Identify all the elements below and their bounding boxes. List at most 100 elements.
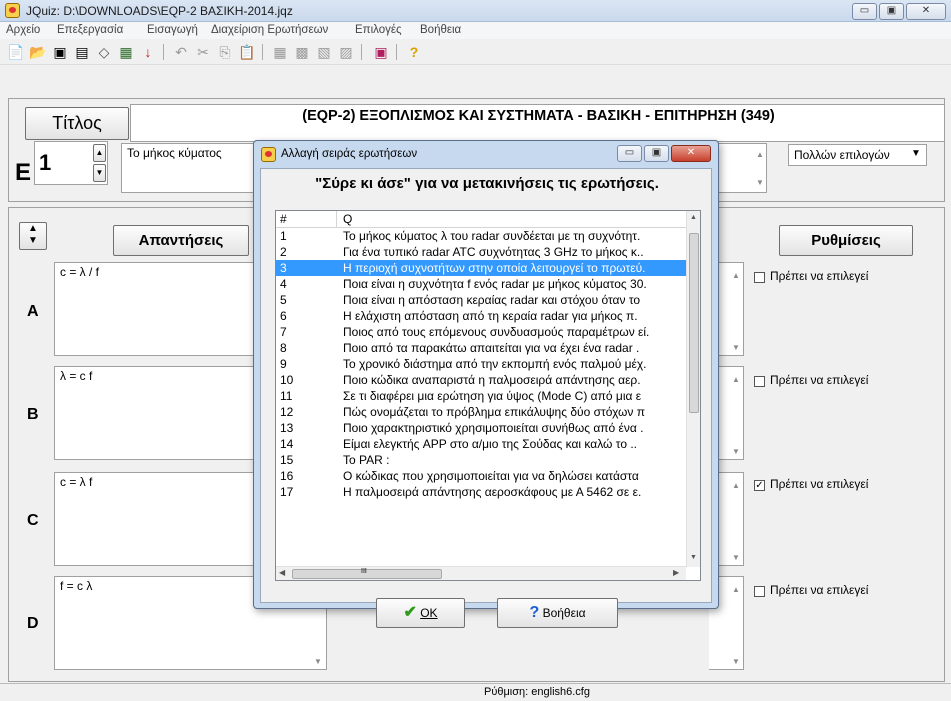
must-select-checkbox-a[interactable] bbox=[754, 272, 765, 283]
scroll-down-icon[interactable]: ▼ bbox=[729, 657, 743, 666]
tool-2-icon[interactable]: ▩ bbox=[293, 43, 311, 61]
answer-text-c: c = λ f bbox=[60, 475, 93, 489]
spinner-up-button[interactable]: ▲ bbox=[93, 144, 106, 162]
answers-header-button[interactable]: Απαντήσεις bbox=[113, 225, 249, 256]
menu-manage-questions[interactable]: Διαχείριση Ερωτήσεων bbox=[211, 24, 328, 36]
scroll-up-icon[interactable]: ▲ bbox=[690, 214, 697, 221]
grid-icon[interactable]: ▦ bbox=[117, 43, 135, 61]
question-type-select[interactable]: Πολλών επιλογών ▼ bbox=[788, 144, 927, 166]
paste-icon[interactable]: 📋 bbox=[238, 43, 256, 61]
list-item[interactable]: 6 Η ελάχιστη απόσταση από τη κεραία radar… bbox=[276, 308, 686, 324]
title-field[interactable]: (EQP-2) ΕΞΟΠΛΙΣΜΟΣ ΚΑΙ ΣΥΣΤΗΜΑΤΑ - ΒΑΣΙΚ… bbox=[130, 104, 945, 142]
list-item[interactable]: 9 Το χρονικό διάστημα από την εκπομπή ενό… bbox=[276, 356, 686, 372]
dialog-minimize-button[interactable]: ▭ bbox=[617, 145, 642, 162]
copy-icon[interactable]: ⎘ bbox=[216, 43, 234, 61]
list-item[interactable]: 5 Ποια είναι η απόσταση κεραίας radar και… bbox=[276, 292, 686, 308]
dialog-maximize-button[interactable]: ▣ bbox=[644, 145, 669, 162]
menu-insert[interactable]: Εισαγωγή bbox=[147, 24, 198, 36]
ok-button[interactable]: ✔ OK bbox=[376, 598, 465, 628]
list-item[interactable]: 14 Είμαι ελεγκτής APP στο α/μιο της Σούδα… bbox=[276, 436, 686, 452]
maximize-button[interactable]: ▣ bbox=[879, 3, 904, 20]
list-item[interactable]: 15 Το PAR : bbox=[276, 452, 686, 468]
tool-4-icon[interactable]: ▨ bbox=[337, 43, 355, 61]
questions-listbox[interactable]: # Q 1 Το μήκος κύματος λ του radar συνδέε… bbox=[275, 210, 701, 581]
column-header-num[interactable]: # bbox=[280, 212, 287, 226]
cut-icon[interactable]: ✂ bbox=[194, 43, 212, 61]
close-button[interactable]: ✕ bbox=[906, 3, 946, 20]
menu-edit[interactable]: Επεξεργασία bbox=[57, 24, 123, 36]
list-item[interactable]: 11 Σε τι διαφέρει μια ερώτηση για ύψος (M… bbox=[276, 388, 686, 404]
spinner-down-button[interactable]: ▼ bbox=[93, 164, 106, 182]
list-item[interactable]: 12 Πώς ονομάζεται το πρόβλημα επικάλυψης … bbox=[276, 404, 686, 420]
new-file-icon[interactable]: 📄 bbox=[7, 43, 25, 61]
scroll-right-icon[interactable]: ▶ bbox=[673, 568, 679, 577]
settings-header-button[interactable]: Ρυθμίσεις bbox=[779, 225, 913, 256]
column-header-q[interactable]: Q bbox=[343, 212, 352, 226]
vertical-scroll-thumb[interactable] bbox=[689, 233, 699, 413]
must-select-label-a: Πρέπει να επιλεγεί bbox=[770, 269, 869, 283]
scroll-up-icon[interactable]: ▲ bbox=[729, 375, 743, 384]
list-item[interactable]: 8 Ποιο από τα παρακάτω απαιτείται για να … bbox=[276, 340, 686, 356]
menu-bar: Αρχείο Επεξεργασία Εισαγωγή Διαχείριση Ε… bbox=[0, 22, 951, 39]
menu-file[interactable]: Αρχείο bbox=[6, 24, 40, 36]
must-select-checkbox-c[interactable]: ✓ bbox=[754, 480, 765, 491]
undo-icon[interactable]: ↶ bbox=[172, 43, 190, 61]
toolbar-separator bbox=[262, 44, 263, 60]
list-item-question: Η περιοχή συχνοτήτων στην οποία λειτουργ… bbox=[343, 261, 646, 275]
dialog-close-button[interactable]: ✕ bbox=[671, 145, 711, 162]
export-icon[interactable]: ▣ bbox=[372, 43, 390, 61]
save-disk-icon[interactable]: ▣ bbox=[51, 43, 69, 61]
help-icon[interactable]: ? bbox=[405, 43, 423, 61]
list-horizontal-scrollbar[interactable]: ◀ III ▶ bbox=[276, 566, 686, 580]
horizontal-scroll-thumb[interactable]: III bbox=[292, 568, 442, 579]
title-label-button[interactable]: Τίτλος bbox=[25, 107, 129, 140]
scroll-down-icon[interactable]: ▼ bbox=[753, 178, 767, 187]
list-item[interactable]: 1 Το μήκος κύματος λ του radar συνδέεται … bbox=[276, 228, 686, 244]
chevron-down-icon[interactable]: ▼ bbox=[911, 148, 921, 159]
question-number-spinner[interactable]: 1 ▲ ▼ bbox=[34, 141, 108, 185]
list-item-question: Το μήκος κύματος λ του radar συνδέεται μ… bbox=[343, 229, 641, 243]
help-button[interactable]: ? Βοήθεια bbox=[497, 598, 618, 628]
answer-text-a: c = λ / f bbox=[60, 265, 100, 279]
scroll-up-icon[interactable]: ▲ bbox=[729, 585, 743, 594]
tool-1-icon[interactable]: ▦ bbox=[271, 43, 289, 61]
scroll-down-icon[interactable]: ▼ bbox=[729, 343, 743, 352]
check-icon: ✔ bbox=[403, 604, 417, 621]
tool-3-icon[interactable]: ▧ bbox=[315, 43, 333, 61]
list-item[interactable]: 3 Η περιοχή συχνοτήτων στην οποία λειτουρ… bbox=[276, 260, 686, 276]
must-select-label-c: Πρέπει να επιλεγεί bbox=[770, 477, 869, 491]
list-item[interactable]: 4 Ποια είναι η συχνότητα f ενός radar με … bbox=[276, 276, 686, 292]
list-item-number: 11 bbox=[280, 389, 293, 403]
must-select-checkbox-d[interactable] bbox=[754, 586, 765, 597]
toolbar: 📄 📂 ▣ ▤ ◇ ▦ ↓ ↶ ✂ ⎘ 📋 ▦ ▩ ▧ ▨ ▣ ? bbox=[0, 39, 951, 65]
scroll-down-icon[interactable]: ▼ bbox=[311, 657, 325, 666]
menu-help[interactable]: Βοήθεια bbox=[420, 24, 461, 36]
must-select-checkbox-b[interactable] bbox=[754, 376, 765, 387]
scroll-up-icon[interactable]: ▲ bbox=[753, 150, 767, 159]
app-icon bbox=[5, 3, 20, 18]
list-vertical-scrollbar[interactable]: ▲ ▼ bbox=[686, 211, 700, 567]
open-folder-icon[interactable]: 📂 bbox=[29, 43, 47, 61]
minimize-button[interactable]: ▭ bbox=[852, 3, 877, 20]
toolbar-separator bbox=[361, 44, 362, 60]
list-item[interactable]: 17 Η παλμοσειρά απάντησης αεροσκάφους με … bbox=[276, 484, 686, 500]
scroll-up-icon[interactable]: ▲ bbox=[729, 481, 743, 490]
menu-options[interactable]: Επιλογές bbox=[355, 24, 402, 36]
list-item-number: 10 bbox=[280, 373, 294, 387]
question-letter: E bbox=[15, 159, 32, 186]
list-item[interactable]: 2 Για ένα τυπικό radar ATC συχνότητας 3 G… bbox=[276, 244, 686, 260]
eraser-icon[interactable]: ◇ bbox=[95, 43, 113, 61]
scroll-down-icon[interactable]: ▼ bbox=[690, 554, 697, 561]
scroll-left-icon[interactable]: ◀ bbox=[279, 568, 285, 577]
scroll-up-icon[interactable]: ▲ bbox=[729, 271, 743, 280]
scroll-down-icon[interactable]: ▼ bbox=[729, 447, 743, 456]
list-item[interactable]: 10 Ποιο κώδικα αναπαριστά η παλμοσειρά απ… bbox=[276, 372, 686, 388]
reorder-arrows-button[interactable]: ▲ ▼ bbox=[19, 222, 47, 250]
list-item-question: Το PAR : bbox=[343, 453, 390, 467]
arrow-down-icon[interactable]: ↓ bbox=[139, 43, 157, 61]
scroll-down-icon[interactable]: ▼ bbox=[729, 553, 743, 562]
list-item[interactable]: 7 Ποιος από τους επόμενους συνδυασμούς πα… bbox=[276, 324, 686, 340]
list-item[interactable]: 16 Ο κώδικας που χρησιμοποιείται για να δ… bbox=[276, 468, 686, 484]
save-as-disk-icon[interactable]: ▤ bbox=[73, 43, 91, 61]
list-item[interactable]: 13 Ποιο χαρακτηριστικό χρησιμοποιείται συ… bbox=[276, 420, 686, 436]
